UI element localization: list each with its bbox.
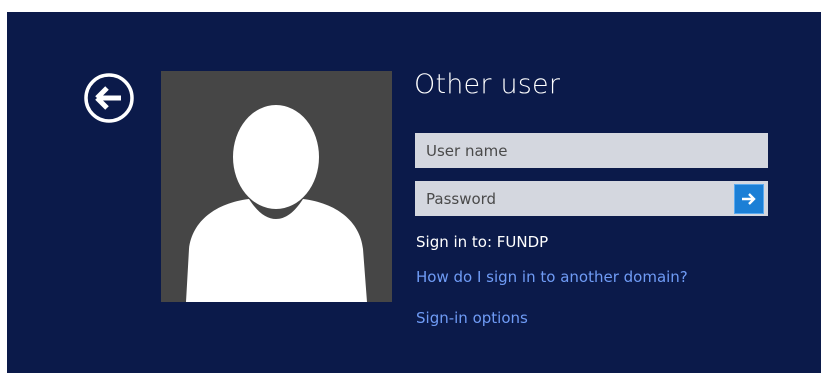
sign-in-options-link[interactable]: Sign-in options [416, 309, 528, 327]
user-silhouette-icon [186, 105, 367, 302]
password-input[interactable] [415, 181, 733, 216]
submit-button[interactable] [734, 184, 764, 214]
help-domain-link[interactable]: How do I sign in to another domain? [416, 268, 688, 286]
login-screen: Other user Sign in to: FUNDP How do I si… [7, 12, 821, 373]
back-button[interactable] [83, 72, 135, 124]
page-title: Other user [414, 69, 561, 100]
username-input[interactable] [415, 133, 768, 168]
back-arrow-icon [84, 73, 134, 123]
avatar [161, 71, 392, 302]
arrow-right-icon [742, 193, 756, 205]
sign-in-domain-text: Sign in to: FUNDP [416, 233, 549, 251]
